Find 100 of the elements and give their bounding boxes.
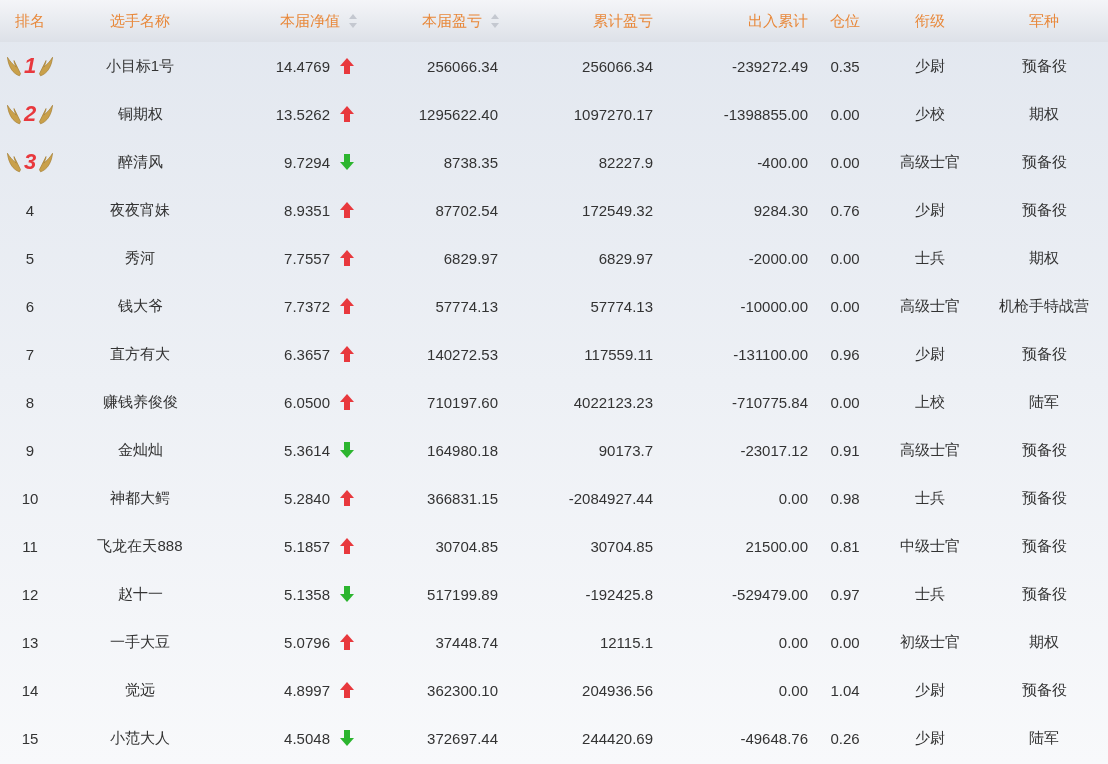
position-value: 0.00 <box>830 297 860 315</box>
rank-number: 5 <box>25 249 35 267</box>
table-cell: 372697.44 <box>427 729 498 747</box>
sort-icon[interactable] <box>490 13 500 29</box>
table-cell: 57774.13 <box>435 297 498 315</box>
rank-number: 3 <box>23 149 37 175</box>
rank-number: 6 <box>25 297 35 315</box>
position-value: 0.00 <box>830 393 860 411</box>
player-name: 飞龙在天888 <box>97 536 183 556</box>
table-cell: -400.00 <box>757 153 808 171</box>
wing-icon <box>38 102 55 126</box>
branch-label: 预备役 <box>1021 152 1067 172</box>
position-value: 0.96 <box>830 345 860 363</box>
branch-label: 预备役 <box>1021 344 1067 364</box>
column-header: 衔级 <box>915 11 945 31</box>
player-name: 直方有大 <box>110 344 170 364</box>
table-cell: -2084927.44 <box>568 489 653 507</box>
player-name: 小目标1号 <box>105 56 175 76</box>
table-cell: 244420.69 <box>582 729 653 747</box>
column-header: 累计盈亏 <box>593 11 653 31</box>
table-cell: -1398855.00 <box>723 105 808 123</box>
position-value: 0.35 <box>830 57 860 75</box>
table-cell: 710197.60 <box>427 393 498 411</box>
table-cell: 517199.89 <box>427 585 498 603</box>
wing-icon <box>38 54 55 78</box>
grade-label: 高级士官 <box>900 152 960 172</box>
column-header: 本届净值 <box>280 11 340 31</box>
table-cell: 0.00 <box>778 633 808 651</box>
column-header: 排名 <box>15 11 45 31</box>
rank-number: 14 <box>21 681 39 699</box>
table-cell: 164980.18 <box>427 441 498 459</box>
player-name: 铜期权 <box>117 104 163 124</box>
rank-number: 10 <box>21 489 39 507</box>
table-cell: 30704.85 <box>435 537 498 555</box>
grade-label: 士兵 <box>915 248 945 268</box>
table-cell: -192425.8 <box>585 585 653 603</box>
table-cell: 1097270.17 <box>573 105 653 123</box>
table-cell: 87702.54 <box>435 201 498 219</box>
net-value: 5.2840 <box>284 489 330 507</box>
net-value: 5.3614 <box>284 441 330 459</box>
position-value: 0.00 <box>830 249 860 267</box>
branch-label: 期权 <box>1029 632 1059 652</box>
table-cell: 6829.97 <box>443 249 498 267</box>
rank-number: 7 <box>25 345 35 363</box>
rank-number: 2 <box>23 101 37 127</box>
rank-number: 4 <box>25 201 35 219</box>
table-cell: 0.00 <box>778 681 808 699</box>
net-value: 6.0500 <box>284 393 330 411</box>
player-name: 赵十一 <box>117 584 163 604</box>
position-value: 0.26 <box>830 729 860 747</box>
rank-number: 12 <box>21 585 39 603</box>
player-name: 一手大豆 <box>110 632 170 652</box>
rank-number: 13 <box>21 633 39 651</box>
player-name: 觉远 <box>125 680 155 700</box>
branch-label: 陆军 <box>1029 392 1059 412</box>
branch-label: 预备役 <box>1021 584 1067 604</box>
position-value: 0.00 <box>830 633 860 651</box>
table-cell: 362300.10 <box>427 681 498 699</box>
player-name: 赚钱养俊俊 <box>102 392 178 412</box>
table-cell: 256066.34 <box>427 57 498 75</box>
player-name: 醉清风 <box>117 152 163 172</box>
table-cell: -49648.76 <box>740 729 808 747</box>
table-cell: -529479.00 <box>732 585 808 603</box>
branch-label: 预备役 <box>1021 56 1067 76</box>
grade-label: 高级士官 <box>900 296 960 316</box>
column-header: 选手名称 <box>110 11 170 31</box>
grade-label: 少尉 <box>915 728 945 748</box>
grade-label: 士兵 <box>915 584 945 604</box>
grade-label: 少校 <box>915 104 945 124</box>
table-cell: 140272.53 <box>427 345 498 363</box>
table-cell: 12115.1 <box>599 633 653 651</box>
net-value: 7.7557 <box>284 249 330 267</box>
player-name: 夜夜宵妹 <box>110 200 170 220</box>
wing-icon <box>5 102 22 126</box>
position-value: 0.76 <box>830 201 860 219</box>
table-cell: 30704.85 <box>590 537 653 555</box>
branch-label: 预备役 <box>1021 680 1067 700</box>
grade-label: 上校 <box>915 392 945 412</box>
sort-icon[interactable] <box>348 13 358 29</box>
branch-label: 期权 <box>1029 248 1059 268</box>
position-value: 0.00 <box>830 153 860 171</box>
column-header: 出入累计 <box>748 11 808 31</box>
net-value: 13.5262 <box>275 105 330 123</box>
net-value: 4.5048 <box>284 729 330 747</box>
rank-number: 8 <box>25 393 35 411</box>
grade-label: 少尉 <box>915 200 945 220</box>
table-cell: 0.00 <box>778 489 808 507</box>
table-cell: 172549.32 <box>582 201 653 219</box>
net-value: 8.9351 <box>284 201 330 219</box>
table-cell: -239272.49 <box>732 57 808 75</box>
table-cell: 90173.7 <box>598 441 653 459</box>
table-cell: 57774.13 <box>590 297 653 315</box>
position-value: 0.97 <box>830 585 860 603</box>
position-value: 0.98 <box>830 489 860 507</box>
rank-number: 9 <box>25 441 35 459</box>
table-cell: -10000.00 <box>740 297 808 315</box>
grade-label: 少尉 <box>915 680 945 700</box>
wing-icon <box>5 150 22 174</box>
branch-label: 陆军 <box>1029 728 1059 748</box>
table-cell: -131100.00 <box>733 345 808 363</box>
